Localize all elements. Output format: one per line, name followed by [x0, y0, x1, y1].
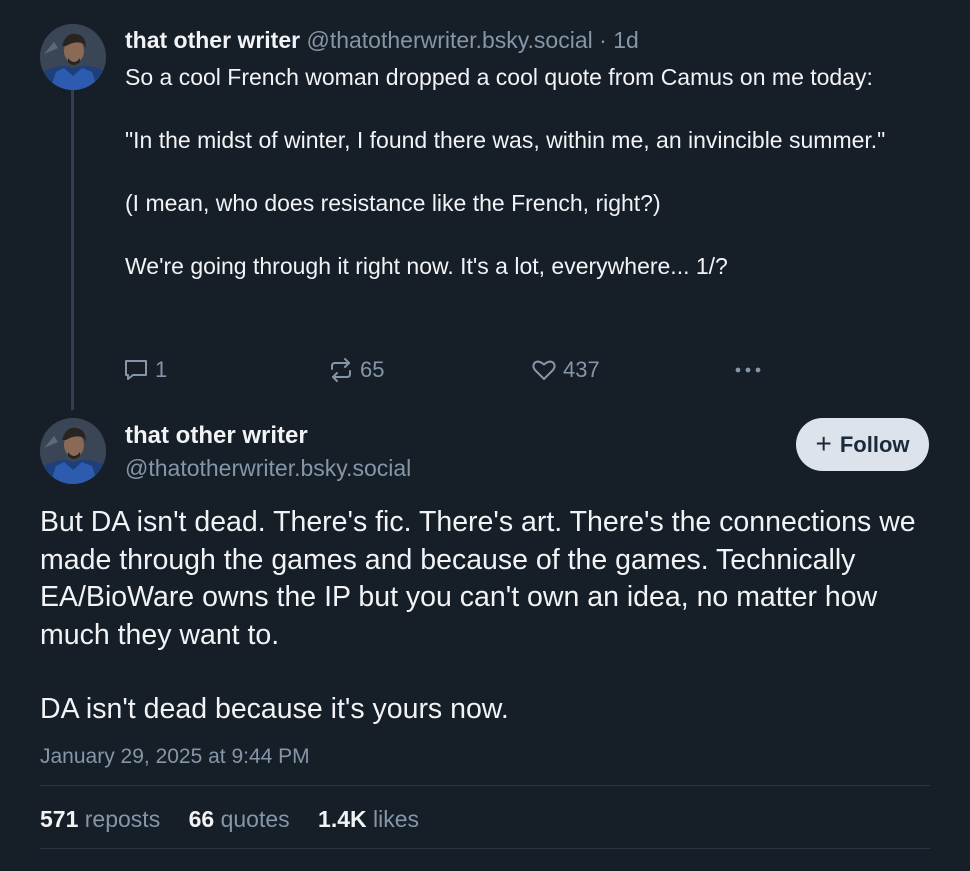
plus-icon: +	[815, 427, 832, 459]
quotes-stat[interactable]: 66 quotes	[189, 803, 290, 835]
parent-post-paragraph: So a cool French woman dropped a cool qu…	[125, 64, 873, 90]
reply-button[interactable]: 1	[123, 354, 167, 386]
divider	[40, 848, 930, 849]
main-post-handle[interactable]: @thatotherwriter.bsky.social	[125, 452, 411, 484]
like-button[interactable]: 437	[531, 354, 600, 386]
reposts-label: reposts	[84, 806, 161, 832]
divider	[40, 785, 930, 786]
follow-button[interactable]: + Follow	[796, 418, 929, 471]
parent-post-handle[interactable]: @thatotherwriter.bsky.social	[306, 27, 592, 53]
main-post-paragraph: But DA isn't dead. There's fic. There's …	[40, 506, 916, 651]
reposts-stat[interactable]: 571 reposts	[40, 803, 160, 835]
main-post-paragraph: DA isn't dead because it's yours now.	[40, 693, 509, 725]
likes-stat[interactable]: 1.4K likes	[318, 803, 419, 835]
repost-count: 65	[360, 357, 385, 382]
speech-bubble-icon	[123, 358, 149, 382]
likes-count: 1.4K	[318, 806, 367, 832]
post-stats: 571 reposts 66 quotes 1.4K likes	[40, 803, 441, 835]
parent-post-age[interactable]: 1d	[613, 27, 639, 53]
repost-arrows-icon	[328, 358, 354, 382]
quotes-count: 66	[188, 806, 215, 832]
main-post-author[interactable]: that other writer	[125, 420, 308, 452]
repost-button[interactable]: 65	[328, 354, 384, 386]
reply-count: 1	[155, 357, 168, 382]
parent-post-paragraph: (I mean, who does resistance like the Fr…	[125, 190, 661, 216]
parent-post-separator: ·	[599, 27, 607, 53]
parent-post-text[interactable]: So a cool French woman dropped a cool qu…	[125, 62, 915, 282]
follow-label: Follow	[839, 431, 910, 457]
parent-post-actions: 1 65 437	[123, 354, 773, 386]
post-timestamp[interactable]: January 29, 2025 at 9:44 PM	[40, 742, 310, 772]
thread-line	[71, 88, 74, 410]
heart-icon	[531, 358, 557, 382]
ellipsis-icon	[733, 358, 763, 382]
parent-post-paragraph: We're going through it right now. It's a…	[125, 253, 728, 279]
parent-post-avatar[interactable]	[40, 24, 106, 90]
quotes-label: quotes	[220, 806, 290, 832]
parent-post-author[interactable]: that other writer	[125, 27, 300, 53]
likes-label: likes	[373, 806, 420, 832]
parent-post-paragraph: "In the midst of winter, I found there w…	[125, 127, 886, 153]
more-options-button[interactable]	[733, 354, 763, 386]
parent-post-header: that other writer @thatotherwriter.bsky.…	[125, 24, 945, 56]
reposts-count: 571	[40, 806, 79, 832]
main-post-avatar[interactable]	[40, 418, 106, 484]
like-count: 437	[563, 357, 600, 382]
main-post-text: But DA isn't dead. There's fic. There's …	[40, 504, 940, 729]
